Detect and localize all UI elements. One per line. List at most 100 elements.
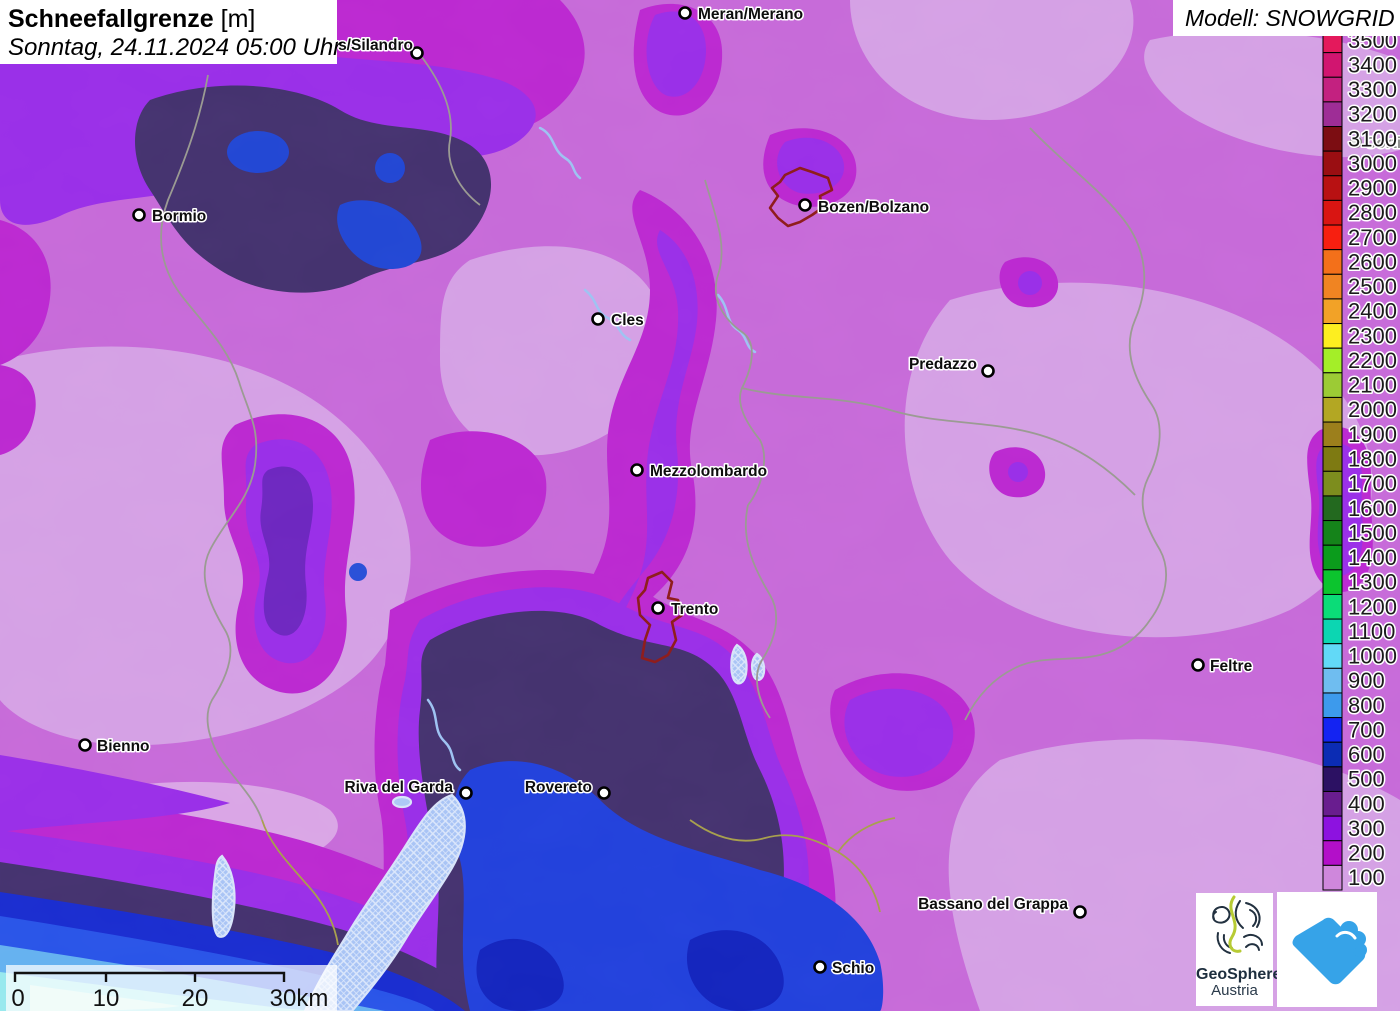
mountain-cloud-logo-icon [1277, 892, 1377, 1007]
city-riva: Riva del Garda [344, 779, 471, 799]
legend-value-700: 700 [1348, 717, 1385, 742]
legend-value-500: 500 [1348, 767, 1385, 792]
legend-value-1600: 1600 [1348, 496, 1397, 521]
city-label-bassano: Bassano del Grappa [918, 896, 1068, 913]
legend-swatch-200 [1323, 841, 1342, 866]
legend-value-1300: 1300 [1348, 570, 1397, 595]
city-label-schio: Schio [832, 960, 874, 977]
snowgrid-map-page: Cortina 35003400330032003100300029002800… [0, 0, 1400, 1011]
legend-swatch-1200 [1323, 594, 1342, 619]
legend-value-800: 800 [1348, 693, 1385, 718]
geosphere-logo-name: GeoSphere [1196, 966, 1273, 983]
legend-swatch-300 [1323, 816, 1342, 841]
legend-value-1500: 1500 [1348, 520, 1397, 545]
legend-swatch-2300 [1323, 324, 1342, 349]
partner-logo-box [1277, 892, 1377, 1007]
geosphere-logo-box: GeoSphere Austria [1196, 893, 1273, 1006]
legend-swatch-1300 [1323, 570, 1342, 595]
legend-swatch-100 [1323, 865, 1342, 890]
city-marker-meran [680, 8, 691, 19]
city-marker-bormio [134, 210, 145, 221]
legend-value-2900: 2900 [1348, 176, 1397, 201]
city-meran: Meran/Merano [680, 6, 804, 23]
legend-value-1900: 1900 [1348, 422, 1397, 447]
legend-value-3200: 3200 [1348, 102, 1397, 127]
scalebar-graphic: 0 10 20 30km [6, 965, 337, 1011]
city-mezzolombardo: Mezzolombardo [632, 463, 768, 480]
city-bozen: Bozen/Bolzano [800, 199, 930, 216]
city-marker-schio [815, 962, 826, 973]
geosphere-logo-icon [1196, 893, 1273, 965]
city-label-feltre: Feltre [1210, 658, 1253, 675]
legend-swatch-2900 [1323, 176, 1342, 201]
legend-value-2300: 2300 [1348, 323, 1397, 348]
legend-swatch-3100 [1323, 127, 1342, 152]
scalebar-label-20: 20 [182, 985, 209, 1011]
legend-value-1200: 1200 [1348, 594, 1397, 619]
legend-value-300: 300 [1348, 816, 1385, 841]
legend-swatch-1700 [1323, 471, 1342, 496]
legend-swatch-800 [1323, 693, 1342, 718]
model-label: Modell: SNOWGRID [1173, 0, 1400, 36]
legend-value-1800: 1800 [1348, 447, 1397, 472]
legend-value-600: 600 [1348, 742, 1385, 767]
legend-swatch-1100 [1323, 619, 1342, 644]
legend-value-400: 400 [1348, 791, 1385, 816]
legend-value-2000: 2000 [1348, 397, 1397, 422]
scalebar-label-10: 10 [93, 985, 120, 1011]
city-marker-rovereto [599, 788, 610, 799]
city-marker-trento [653, 603, 664, 614]
page-title: Schneefallgrenze[m] [8, 4, 329, 34]
hillshade-texture [0, 0, 1400, 1011]
legend-value-3300: 3300 [1348, 77, 1397, 102]
legend-swatch-2800 [1323, 200, 1342, 225]
legend-swatch-3300 [1323, 77, 1342, 102]
city-marker-cles [593, 314, 604, 325]
legend-value-3400: 3400 [1348, 52, 1397, 77]
title-text: Schneefallgrenze [8, 5, 214, 33]
scalebar-label-0: 0 [11, 985, 24, 1011]
city-label-trento: Trento [671, 601, 718, 618]
city-marker-bienno [80, 740, 91, 751]
geosphere-logo-country: Austria [1196, 983, 1273, 999]
legend-swatch-2600 [1323, 250, 1342, 275]
legend-swatch-1000 [1323, 644, 1342, 669]
city-marker-predazzo [983, 366, 994, 377]
city-label-bozen: Bozen/Bolzano [818, 199, 929, 216]
legend-value-200: 200 [1348, 841, 1385, 866]
model-box: Modell: SNOWGRID [1173, 0, 1400, 36]
legend-swatch-2500 [1323, 274, 1342, 299]
legend-swatch-600 [1323, 742, 1342, 767]
legend-value-1100: 1100 [1348, 619, 1395, 644]
legend-swatch-1800 [1323, 447, 1342, 472]
legend-swatch-900 [1323, 668, 1342, 693]
legend-swatch-1900 [1323, 422, 1342, 447]
legend-swatch-3400 [1323, 53, 1342, 78]
city-marker-mezzolombardo [632, 465, 643, 476]
legend-swatch-3200 [1323, 102, 1342, 127]
legend-swatch-400 [1323, 791, 1342, 816]
scalebar-label-30km: 30km [270, 985, 329, 1011]
scalebar: 0 10 20 30km [6, 965, 337, 1011]
title-box: Schneefallgrenze[m] Sonntag, 24.11.2024 … [0, 0, 337, 64]
city-marker-silandro [412, 48, 423, 59]
legend-value-1400: 1400 [1348, 545, 1397, 570]
legend-swatch-3000 [1323, 151, 1342, 176]
legend-value-1700: 1700 [1348, 471, 1397, 496]
city-label-meran: Meran/Merano [698, 6, 803, 23]
city-label-bienno: Bienno [97, 738, 150, 755]
legend-value-3100: 3100 [1348, 126, 1397, 151]
city-label-cles: Cles [611, 312, 644, 329]
legend-value-2200: 2200 [1348, 348, 1397, 373]
legend-swatch-500 [1323, 767, 1342, 792]
city-marker-riva [461, 788, 472, 799]
city-label-predazzo: Predazzo [909, 356, 977, 373]
scalebar-ticks [15, 973, 284, 982]
city-label-riva: Riva del Garda [344, 779, 453, 796]
legend-swatch-2100 [1323, 373, 1342, 398]
legend-swatch-2700 [1323, 225, 1342, 250]
city-marker-bassano [1075, 907, 1086, 918]
city-label-mezzolombardo: Mezzolombardo [650, 463, 767, 480]
legend-value-2400: 2400 [1348, 299, 1397, 324]
lake-tenno [393, 797, 411, 807]
